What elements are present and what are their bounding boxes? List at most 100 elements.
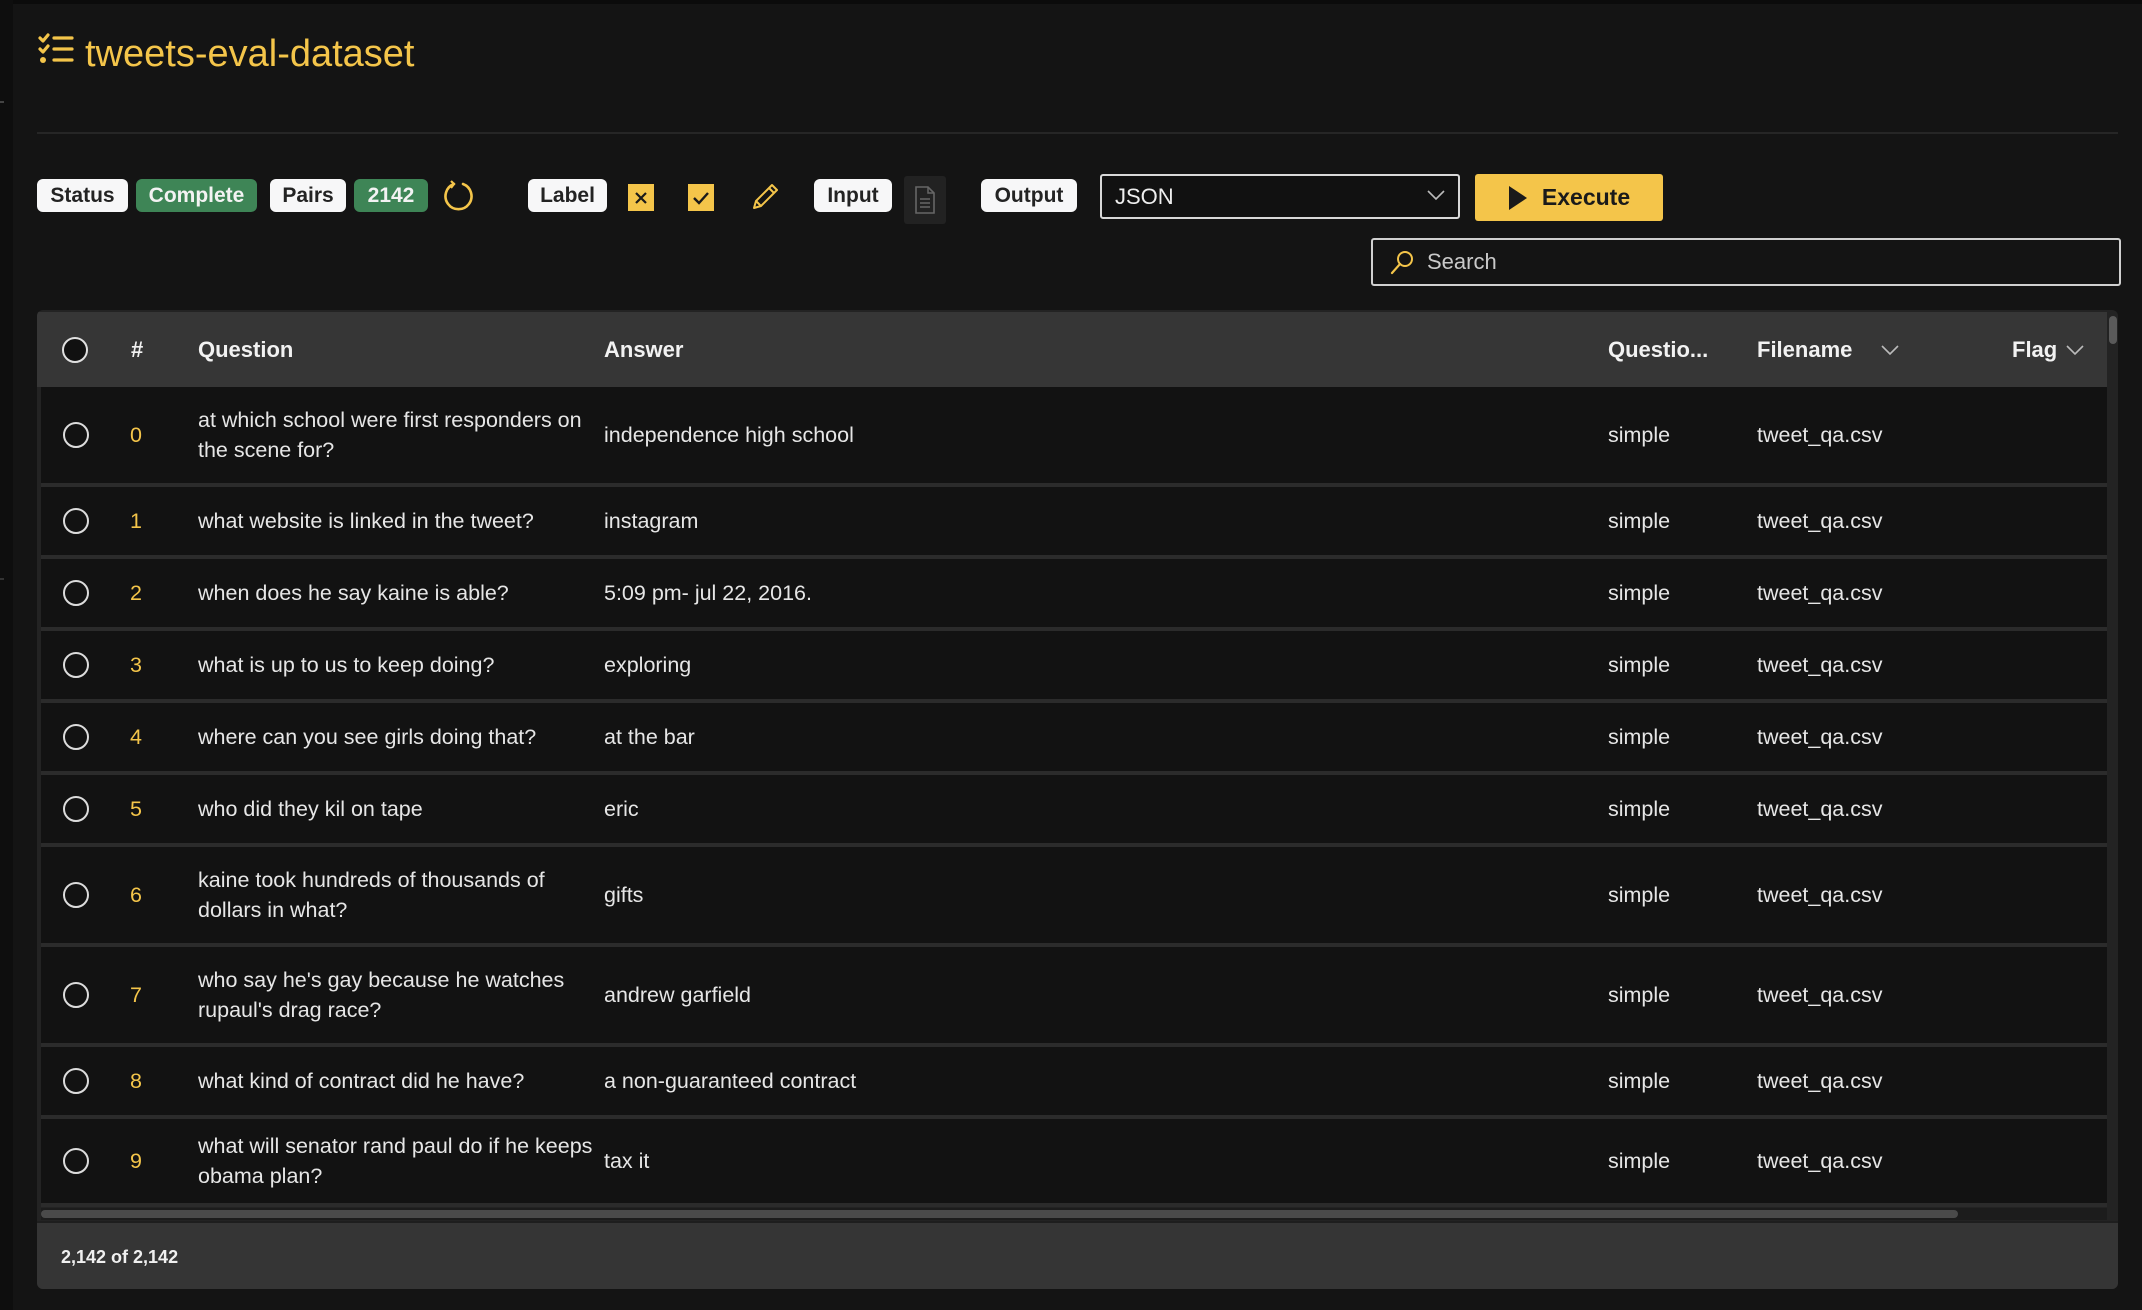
row-select-radio[interactable] (63, 847, 89, 943)
col-header-index[interactable]: # (131, 312, 143, 387)
row-index: 0 (130, 423, 142, 447)
row-filename: tweet_qa.csv (1757, 653, 1883, 677)
row-select-radio[interactable] (63, 631, 89, 699)
row-question: what will senator rand paul do if he kee… (198, 1134, 593, 1188)
pencil-icon (753, 184, 778, 209)
col-header-filename[interactable]: Filename (1757, 312, 1900, 387)
table-row[interactable]: 6 kaine took hundreds of thousands of dol… (41, 847, 2107, 947)
row-index: 6 (130, 883, 142, 907)
chevron-down-icon[interactable] (1880, 343, 1900, 357)
col-header-answer[interactable]: Answer (604, 312, 683, 387)
row-filename: tweet_qa.csv (1757, 1149, 1883, 1173)
table-row[interactable]: 5 who did they kil on tape eric simple tweet… (41, 775, 2107, 847)
header-divider (37, 132, 2118, 134)
execute-label: Execute (1541, 184, 1631, 210)
row-filename: tweet_qa.csv (1757, 423, 1883, 447)
row-question: what website is linked in the tweet? (198, 509, 534, 533)
dataset-title: tweets-eval-dataset (85, 32, 415, 75)
radio-icon (63, 652, 89, 678)
row-answer: andrew garfield (604, 983, 752, 1007)
row-question-type: simple (1608, 581, 1671, 605)
vertical-scrollbar[interactable] (2109, 316, 2117, 344)
row-question-type: simple (1608, 883, 1671, 907)
radio-icon (63, 882, 89, 908)
table-row[interactable]: 9 what will senator rand paul do if he ke… (41, 1119, 2107, 1207)
col-header-flag[interactable]: Flag (2012, 312, 2085, 387)
pairs-count-badge: 2142 (354, 179, 428, 212)
x-icon (635, 191, 647, 204)
search-box[interactable] (1371, 238, 2121, 286)
row-index: 7 (130, 983, 142, 1007)
col-header-question[interactable]: Question (198, 312, 293, 387)
execute-button[interactable]: Execute (1475, 174, 1663, 221)
row-select-radio[interactable] (63, 487, 89, 555)
edit-button[interactable] (748, 180, 782, 214)
row-question: what is up to us to keep doing? (198, 653, 495, 677)
checklist-icon (37, 32, 75, 76)
row-filename: tweet_qa.csv (1757, 725, 1883, 749)
row-index: 2 (130, 581, 142, 605)
row-answer: instagram (604, 509, 699, 533)
input-file-button[interactable] (904, 176, 946, 224)
reject-button[interactable] (628, 184, 654, 211)
accept-button[interactable] (688, 184, 714, 211)
play-icon (1508, 185, 1527, 210)
row-select-radio[interactable] (63, 1119, 89, 1203)
status-badge: Complete (136, 179, 257, 212)
row-select-radio[interactable] (63, 947, 89, 1043)
row-question-type: simple (1608, 797, 1671, 821)
left-edge (0, 0, 13, 1310)
radio-icon (63, 796, 89, 822)
row-count: 2,142 of 2,142 (61, 1247, 179, 1267)
table-row[interactable]: 0 at which school were first responders o… (41, 387, 2107, 487)
check-icon (693, 191, 709, 205)
row-question: what kind of contract did he have? (198, 1069, 525, 1093)
refresh-button[interactable] (442, 180, 476, 214)
row-answer: 5:09 pm- jul 22, 2016. (604, 581, 812, 605)
output-format-select[interactable]: JSON (1100, 174, 1460, 219)
row-filename: tweet_qa.csv (1757, 509, 1883, 533)
col-header-flag-label: Flag (2012, 336, 2058, 362)
output-format-value: JSON (1115, 183, 1174, 209)
col-header-filename-label: Filename (1757, 336, 1853, 362)
row-question: when does he say kaine is able? (198, 581, 509, 605)
row-answer: at the bar (604, 725, 695, 749)
row-question-type: simple (1608, 983, 1671, 1007)
row-select-radio[interactable] (63, 1047, 89, 1115)
table-row[interactable]: 7 who say he's gay because he watches rup… (41, 947, 2107, 1047)
row-question-type: simple (1608, 725, 1671, 749)
table-row[interactable]: 3 what is up to us to keep doing? explorin… (41, 631, 2107, 703)
row-question-type: simple (1608, 1069, 1671, 1093)
row-question: who did they kil on tape (198, 797, 423, 821)
row-answer: gifts (604, 883, 644, 907)
row-index: 9 (130, 1149, 142, 1173)
search-input[interactable] (1425, 248, 2079, 276)
row-filename: tweet_qa.csv (1757, 797, 1883, 821)
row-answer: exploring (604, 653, 692, 677)
select-all-checkbox[interactable] (62, 312, 88, 387)
row-question: at which school were first responders on… (198, 408, 582, 462)
row-select-radio[interactable] (63, 559, 89, 627)
row-index: 8 (130, 1069, 142, 1093)
row-index: 3 (130, 653, 142, 677)
radio-icon (63, 508, 89, 534)
page-title: tweets-eval-dataset (37, 32, 415, 76)
row-question-type: simple (1608, 423, 1671, 447)
document-icon (915, 186, 935, 214)
row-select-radio[interactable] (63, 387, 89, 483)
table-row[interactable]: 4 where can you see girls doing that? at t… (41, 703, 2107, 775)
table-row[interactable]: 1 what website is linked in the tweet? ins… (41, 487, 2107, 559)
col-header-question-type[interactable]: Questio... (1608, 312, 1708, 387)
row-index: 4 (130, 725, 142, 749)
chevron-down-icon[interactable] (2065, 343, 2085, 357)
row-question-type: simple (1608, 653, 1671, 677)
table-row[interactable]: 2 when does he say kaine is able? 5:09 pm-… (41, 559, 2107, 631)
row-select-radio[interactable] (63, 703, 89, 771)
radio-icon (63, 1068, 89, 1094)
pairs-label: Pairs (270, 179, 346, 212)
row-question: where can you see girls doing that? (198, 725, 537, 749)
row-question-type: simple (1608, 509, 1671, 533)
table-row[interactable]: 8 what kind of contract did he have? a non… (41, 1047, 2107, 1119)
horizontal-scrollbar[interactable] (41, 1210, 1958, 1218)
row-select-radio[interactable] (63, 775, 89, 843)
